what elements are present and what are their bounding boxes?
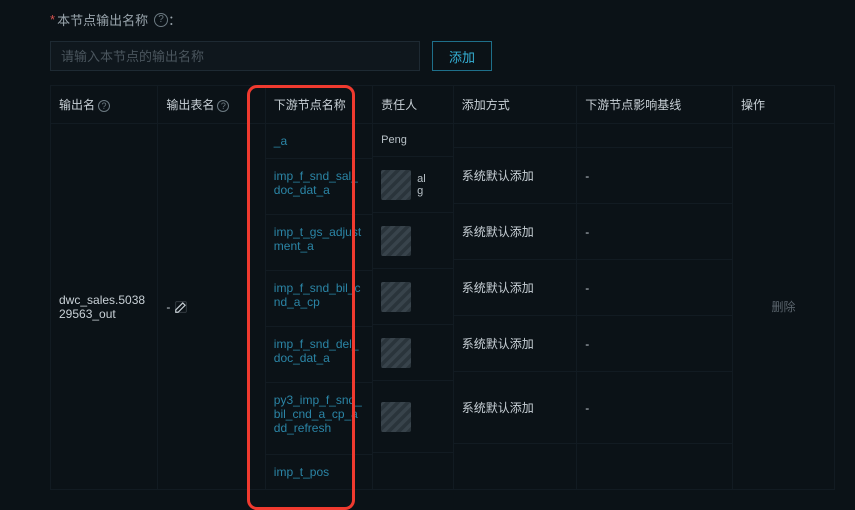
col-downstream: 下游节点名称: [265, 86, 372, 124]
col-owner: 责任人: [373, 86, 454, 124]
cell-baseline: - - - - -: [577, 124, 733, 490]
addtype-row: 系统默认添加: [454, 260, 577, 316]
cell-addtype: 系统默认添加 系统默认添加 系统默认添加 系统默认添加 系统默认添加: [453, 124, 577, 490]
owner-row: [373, 269, 453, 325]
avatar: [381, 170, 411, 200]
col-output-table: 输出表名?: [158, 86, 265, 124]
baseline-row: -: [577, 148, 732, 204]
avatar: [381, 402, 411, 432]
col-output-name: 输出名?: [51, 86, 158, 124]
avatar: [381, 226, 411, 256]
help-icon[interactable]: ?: [217, 100, 229, 112]
downstream-link[interactable]: imp_f_snd_sal_doc_dat_a: [266, 159, 372, 215]
delete-link[interactable]: 删除: [771, 300, 795, 314]
output-table: 输出名? 输出表名? 下游节点名称 责任人 添加方式 下游节点影响基线 操作 d…: [50, 85, 835, 490]
avatar: [381, 282, 411, 312]
avatar: [381, 338, 411, 368]
col-action: 操作: [732, 86, 834, 124]
edit-icon: [174, 300, 188, 314]
owner-row: [373, 453, 453, 477]
output-name-input[interactable]: [50, 41, 420, 71]
owner-row: [373, 325, 453, 381]
downstream-link[interactable]: _a: [266, 124, 372, 159]
col-baseline: 下游节点影响基线: [577, 86, 733, 124]
addtype-row: 系统默认添加: [454, 372, 577, 444]
owner-row: Peng: [373, 124, 453, 157]
table-row: dwc_sales.503829563_out - _a imp_f_snd_s…: [51, 124, 835, 490]
baseline-row: [577, 444, 732, 468]
cell-owner: Peng alg: [373, 124, 454, 490]
field-label-row: * 本节点输出名称 ? ：: [50, 10, 835, 29]
baseline-row: -: [577, 372, 732, 444]
addtype-row: [454, 444, 577, 468]
addtype-row: [454, 124, 577, 148]
col-addtype: 添加方式: [453, 86, 577, 124]
field-colon: ：: [168, 10, 181, 29]
addtype-row: 系统默认添加: [454, 148, 577, 204]
owner-row: alg: [373, 157, 453, 213]
addtype-row: 系统默认添加: [454, 316, 577, 372]
cell-output-table: -: [158, 124, 265, 490]
add-button[interactable]: 添加: [432, 41, 492, 71]
help-icon[interactable]: ?: [154, 13, 168, 27]
downstream-link[interactable]: py3_imp_f_snd_bil_cnd_a_cp_add_refresh: [266, 383, 372, 455]
downstream-link[interactable]: imp_t_gs_adjustment_a: [266, 215, 372, 271]
cell-action: 删除: [732, 124, 834, 490]
owner-row: [373, 213, 453, 269]
required-star: *: [50, 12, 55, 27]
input-row: 添加: [50, 41, 835, 71]
baseline-row: -: [577, 204, 732, 260]
baseline-row: -: [577, 260, 732, 316]
addtype-row: 系统默认添加: [454, 204, 577, 260]
owner-row: [373, 381, 453, 453]
baseline-row: [577, 124, 732, 148]
table-header-row: 输出名? 输出表名? 下游节点名称 责任人 添加方式 下游节点影响基线 操作: [51, 86, 835, 124]
cell-output-name: dwc_sales.503829563_out: [51, 124, 158, 490]
help-icon[interactable]: ?: [98, 100, 110, 112]
field-label-text: 本节点输出名称: [57, 10, 148, 29]
downstream-link[interactable]: imp_t_pos: [266, 455, 372, 489]
cell-downstream: _a imp_f_snd_sal_doc_dat_a imp_t_gs_adju…: [265, 124, 372, 490]
baseline-row: -: [577, 316, 732, 372]
edit-output-table[interactable]: -: [166, 300, 188, 314]
downstream-link[interactable]: imp_f_snd_del_doc_dat_a: [266, 327, 372, 383]
downstream-link[interactable]: imp_f_snd_bil_cnd_a_cp: [266, 271, 372, 327]
